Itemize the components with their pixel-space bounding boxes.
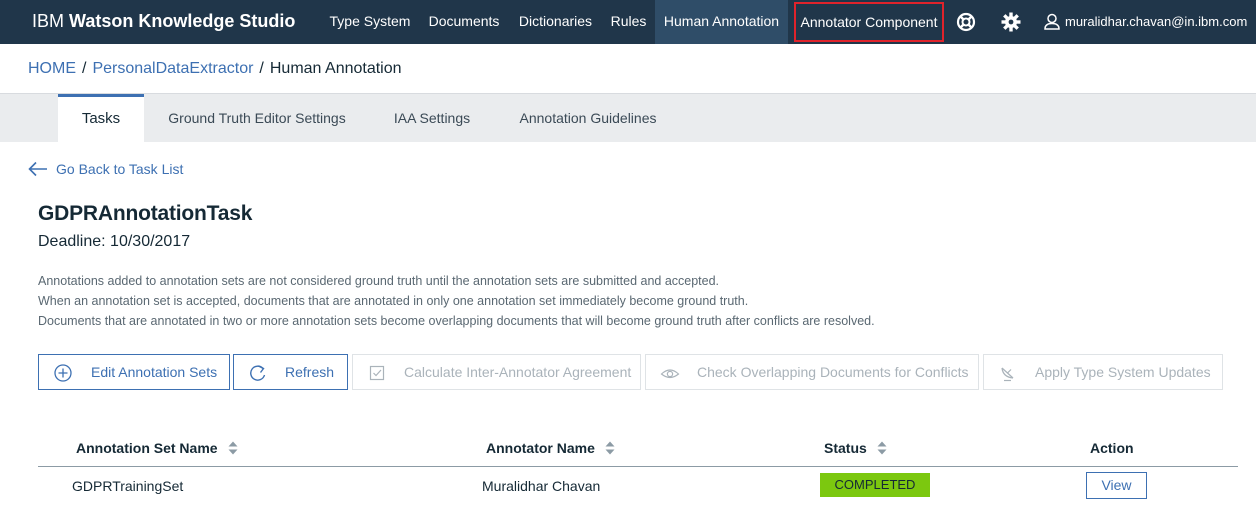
sort-icon [228,441,238,455]
nav-dictionaries[interactable]: Dictionaries [509,0,602,44]
tab-bar: Tasks Ground Truth Editor Settings IAA S… [0,93,1256,143]
calculate-iaa-button[interactable]: Calculate Inter-Annotator Agreement [352,354,641,390]
gear-icon[interactable] [1000,11,1022,33]
apply-updates-label: Apply Type System Updates [1035,364,1211,380]
nav-documents[interactable]: Documents [419,0,509,44]
refresh-label: Refresh [285,364,335,380]
product-logo[interactable]: IBM Watson Knowledge Studio [32,11,295,32]
column-header-set-name[interactable]: Annotation Set Name [76,440,238,456]
refresh-icon [250,365,266,381]
breadcrumb-separator: / [259,60,264,77]
column-header-annotator[interactable]: Annotator Name [486,440,615,456]
sort-icon [605,441,615,455]
user-menu[interactable]: muralidhar.chavan@in.ibm.com [1044,0,1247,44]
user-icon [1044,13,1060,30]
top-navigation-bar: IBM Watson Knowledge Studio Type System … [0,0,1256,44]
nav-rules[interactable]: Rules [602,0,655,44]
edit-annotation-sets-button[interactable]: Edit Annotation Sets [38,354,230,390]
description-line: Annotations added to annotation sets are… [38,274,720,288]
edit-annotation-sets-label: Edit Annotation Sets [91,364,218,380]
eye-icon [660,369,680,379]
calculate-iaa-label: Calculate Inter-Annotator Agreement [404,364,632,380]
column-header-label: Annotation Set Name [76,440,218,456]
view-button[interactable]: View [1086,472,1147,499]
breadcrumb-current: Human Annotation [269,60,402,77]
user-email: muralidhar.chavan@in.ibm.com [1065,14,1248,29]
nav-annotator-component[interactable]: Annotator Component [794,2,944,42]
tab-tasks[interactable]: Tasks [58,94,144,143]
table-header-divider [38,466,1238,467]
breadcrumb-separator: / [82,60,87,77]
add-circle-icon [54,364,72,382]
arrow-left-icon [28,162,47,177]
brand-prefix: IBM [32,11,70,31]
cell-annotator-name: Muralidhar Chavan [482,478,601,494]
description-line: Documents that are annotated in two or m… [38,314,875,328]
tab-iaa-settings[interactable]: IAA Settings [376,94,488,142]
nav-human-annotation[interactable]: Human Annotation [655,0,788,44]
nav-type-system[interactable]: Type System [321,0,419,44]
column-header-action: Action [1090,440,1134,456]
sort-icon [877,441,887,455]
status-badge: COMPLETED [820,473,930,497]
refresh-button[interactable]: Refresh [233,354,348,390]
lifebuoy-icon[interactable] [955,11,977,33]
breadcrumb-home[interactable]: HOME [28,60,76,77]
back-link-label: Go Back to Task List [56,161,184,177]
checkbox-icon [369,365,385,381]
breadcrumb-project[interactable]: PersonalDataExtractor [92,60,253,77]
tab-annotation-guidelines[interactable]: Annotation Guidelines [500,94,676,142]
check-overlap-label: Check Overlapping Documents for Conflict… [697,364,969,380]
column-header-label: Status [824,440,867,456]
back-to-task-list-link[interactable]: Go Back to Task List [28,161,183,178]
breadcrumb: HOME / PersonalDataExtractor / Human Annotat… [28,60,402,78]
check-overlapping-documents-button[interactable]: Check Overlapping Documents for Conflict… [645,354,979,390]
tab-ground-truth-editor-settings[interactable]: Ground Truth Editor Settings [150,94,364,142]
brand-name: Watson Knowledge Studio [69,11,296,31]
column-header-status[interactable]: Status [824,440,887,456]
task-description: Annotations added to annotation sets are… [38,271,875,331]
column-header-label: Annotator Name [486,440,595,456]
description-line: When an annotation set is accepted, docu… [38,294,749,308]
cell-set-name: GDPRTrainingSet [72,478,184,494]
satellite-dish-icon [1001,367,1014,382]
task-title: GDPRAnnotationTask [38,202,253,225]
apply-type-system-updates-button[interactable]: Apply Type System Updates [983,354,1223,390]
task-deadline: Deadline: 10/30/2017 [38,233,191,250]
